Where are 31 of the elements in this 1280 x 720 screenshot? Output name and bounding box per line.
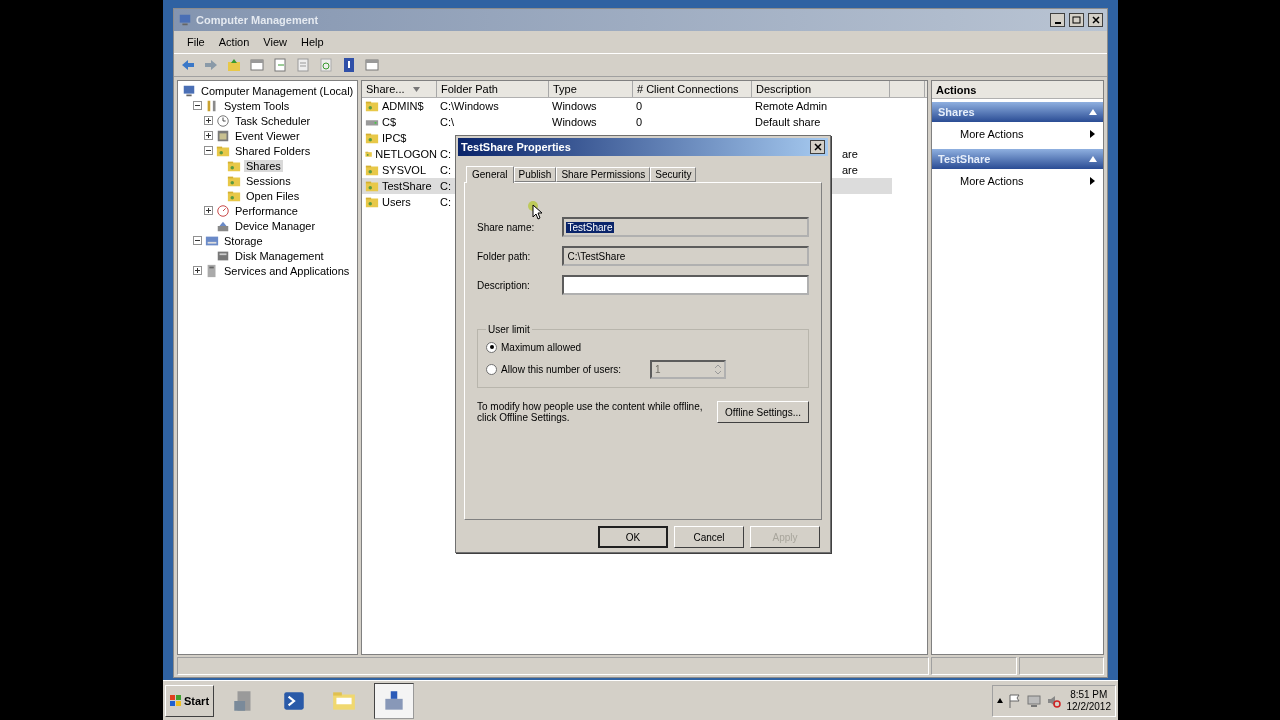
table-cell: ADMIN$ [382, 100, 424, 112]
window-title: Computer Management [196, 14, 320, 26]
radio-label: Allow this number of users: [501, 363, 623, 375]
table-cell: SYSVOL [382, 164, 427, 176]
table-cell: IPC$ [382, 132, 407, 144]
table-cell: TestShare [382, 180, 432, 192]
table-cell: NETLOGON [375, 148, 437, 160]
table-cell: are [842, 164, 858, 176]
field-label: Folder path: [477, 250, 532, 262]
radio-label: Maximum allowed [501, 341, 583, 353]
table-cell: Windows [552, 116, 597, 128]
table-cell: C: [440, 196, 451, 208]
table-cell: C: [440, 164, 451, 176]
actions-title: Actions [932, 81, 1103, 99]
table-cell: are [842, 148, 858, 160]
field-label: Description: [477, 279, 531, 291]
table-cell: C$ [382, 116, 397, 128]
offline-text: To modify how people use the content while offline, click Offline Settings. [477, 401, 704, 423]
table-cell: 0 [636, 116, 643, 128]
dialog-title: TestShare Properties [461, 141, 571, 153]
table-cell: 0 [636, 100, 643, 112]
group-title: User limit [487, 324, 531, 335]
table-cell: Remote Admin [755, 100, 828, 112]
table-cell: C: [440, 180, 451, 192]
table-cell: Windows [552, 100, 597, 112]
table-cell: Users [382, 196, 411, 208]
field-label: Share name: [477, 221, 536, 233]
table-cell: Default share [755, 116, 821, 128]
table-cell: C:\ [440, 116, 455, 128]
table-cell: C: [440, 148, 451, 160]
table-cell: C:\Windows [440, 100, 499, 112]
